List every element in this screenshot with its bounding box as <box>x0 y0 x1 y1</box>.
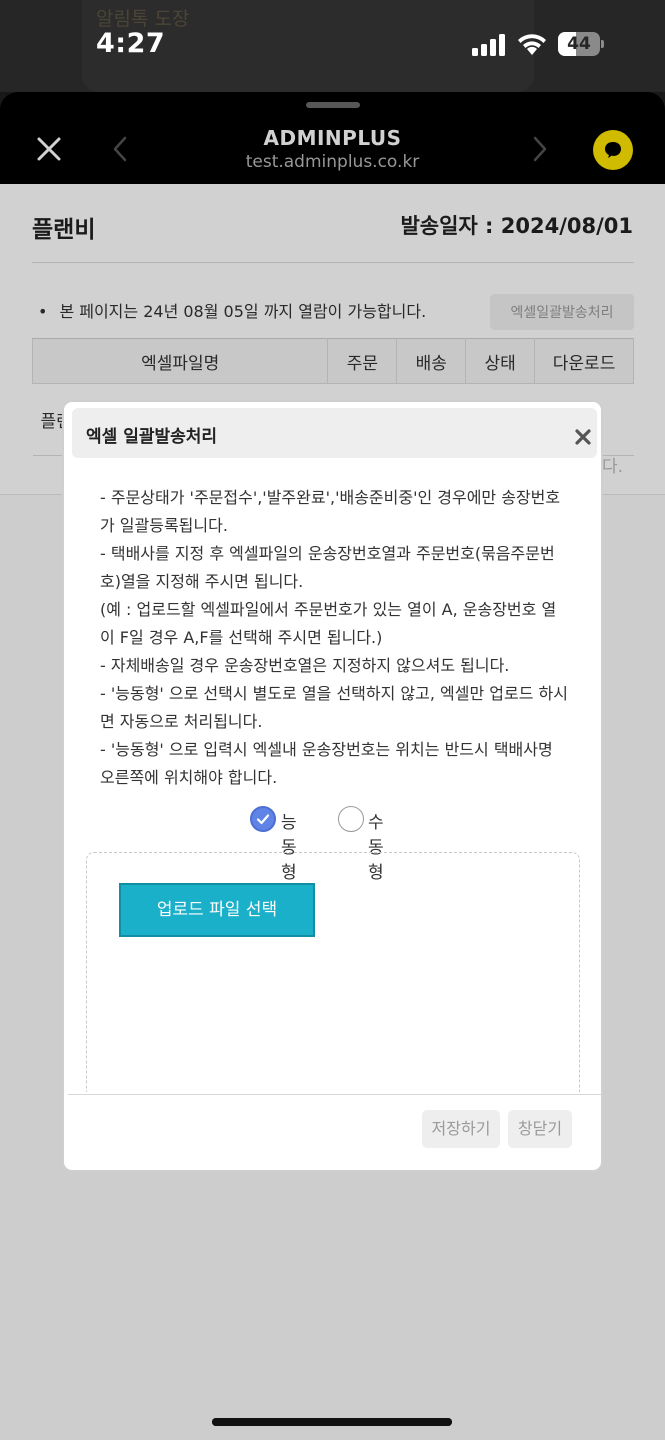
instruction-line: - '능동형' 으로 입력시 엑셀내 운송장번호는 위치는 반드시 택배사명 오… <box>100 740 553 787</box>
instruction-line: (예 : 업로드할 엑셀파일에서 주문번호가 있는 열이 A, 운송장번호 열이… <box>100 600 557 647</box>
instruction-line: - '능동형' 으로 선택시 별도로 열을 선택하지 않고, 엑셀만 업로드 하… <box>100 684 568 731</box>
modal-instructions: - 주문상태가 '주문접수','발주완료','배송준비중'인 경우에만 송장번호… <box>100 484 570 792</box>
close-window-button[interactable]: 창닫기 <box>508 1110 572 1148</box>
close-icon[interactable] <box>574 428 592 446</box>
check-icon <box>256 814 270 825</box>
modal-title: 엑셀 일괄발송처리 <box>86 427 218 447</box>
background-notification-text: 알림톡 도장 <box>96 8 190 30</box>
instruction-line: - 택배사를 지정 후 엑셀파일의 운송장번호열과 주문번호(묶음주문번호)열을… <box>100 544 555 591</box>
modal-divider <box>68 1094 601 1095</box>
modal-header: 엑셀 일괄발송처리 <box>72 408 597 458</box>
battery-icon: 44 <box>558 32 604 56</box>
save-button[interactable]: 저장하기 <box>422 1110 500 1148</box>
status-time: 4:27 <box>96 28 166 59</box>
wifi-icon <box>518 34 546 55</box>
home-indicator <box>212 1418 452 1426</box>
upload-file-button[interactable]: 업로드 파일 선택 <box>119 883 315 937</box>
battery-level: 44 <box>567 34 591 54</box>
instruction-line: - 자체배송일 경우 운송장번호열은 지정하지 않으셔도 됩니다. <box>100 656 510 675</box>
upload-dropzone[interactable]: 업로드 파일 선택 <box>86 852 580 1092</box>
status-bar: 알림톡 도장 4:27 44 <box>0 0 665 92</box>
radio-active-mode[interactable] <box>250 806 276 832</box>
radio-manual-mode[interactable] <box>338 806 364 832</box>
excel-bulk-ship-modal: 엑셀 일괄발송처리 - 주문상태가 '주문접수','발주완료','배송준비중'인… <box>62 400 603 1172</box>
cellular-signal-icon <box>472 34 508 56</box>
instruction-line: - 주문상태가 '주문접수','발주완료','배송준비중'인 경우에만 송장번호… <box>100 488 561 535</box>
